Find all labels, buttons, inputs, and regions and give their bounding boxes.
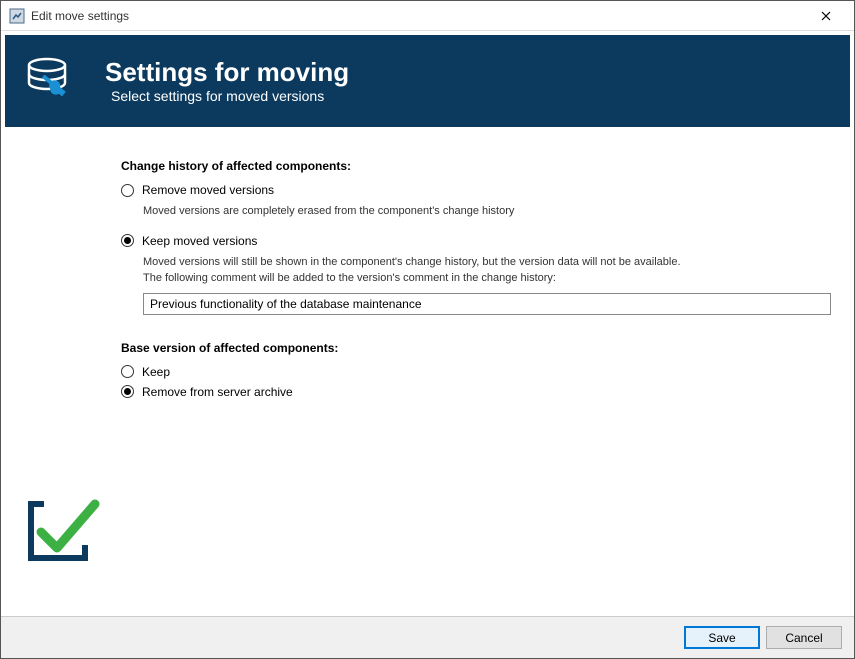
window-title: Edit move settings <box>31 9 129 23</box>
database-wrench-icon <box>23 53 79 109</box>
header-text-group: Settings for moving Select settings for … <box>105 58 349 105</box>
page-subtitle: Select settings for moved versions <box>111 88 349 104</box>
close-button[interactable] <box>806 1 846 31</box>
save-button[interactable]: Save <box>684 626 760 649</box>
cancel-button[interactable]: Cancel <box>766 626 842 649</box>
radio-icon <box>121 184 134 197</box>
radio-base-keep[interactable]: Keep <box>121 365 830 379</box>
radio-label: Remove from server archive <box>142 385 293 399</box>
radio-label: Keep moved versions <box>142 234 257 248</box>
version-comment-input[interactable] <box>143 293 831 315</box>
keep-moved-desc-line1: Moved versions will still be shown in th… <box>143 256 681 268</box>
keep-moved-desc-line2: The following comment will be added to t… <box>143 272 556 284</box>
checkmark-icon <box>23 488 105 570</box>
radio-keep-moved-versions[interactable]: Keep moved versions <box>121 234 830 248</box>
page-title: Settings for moving <box>105 58 349 87</box>
window-titlebar: Edit move settings <box>1 1 854 31</box>
radio-base-remove[interactable]: Remove from server archive <box>121 385 830 399</box>
base-version-heading: Base version of affected components: <box>121 341 830 355</box>
radio-icon <box>121 385 134 398</box>
radio-label: Remove moved versions <box>142 183 274 197</box>
button-bar: Save Cancel <box>1 616 854 658</box>
radio-icon <box>121 365 134 378</box>
content-area: Change history of affected components: R… <box>1 131 854 415</box>
keep-moved-desc: Moved versions will still be shown in th… <box>143 254 830 287</box>
change-history-heading: Change history of affected components: <box>121 159 830 173</box>
header-banner: Settings for moving Select settings for … <box>5 35 850 127</box>
radio-remove-moved-versions[interactable]: Remove moved versions <box>121 183 830 197</box>
remove-moved-desc: Moved versions are completely erased fro… <box>143 203 830 220</box>
app-icon <box>9 8 25 24</box>
radio-label: Keep <box>142 365 170 379</box>
radio-icon <box>121 234 134 247</box>
